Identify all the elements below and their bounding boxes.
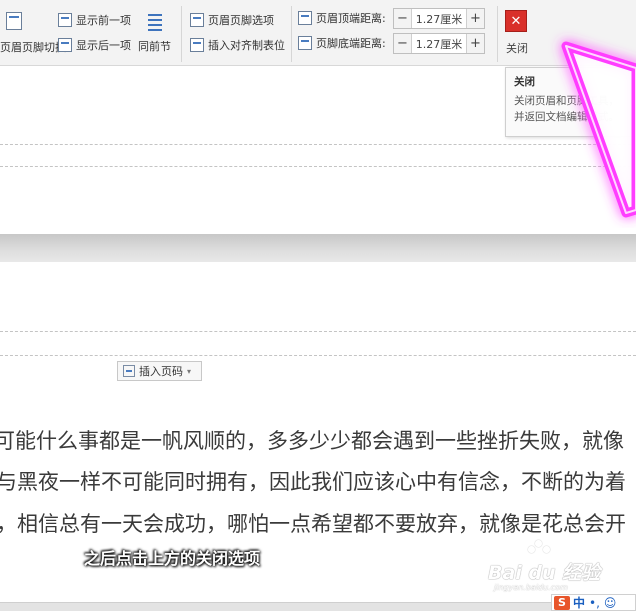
footer-distance-icon bbox=[298, 36, 312, 50]
ime-mode-toggle[interactable]: 中 bbox=[573, 594, 585, 611]
close-icon: ✕ bbox=[510, 13, 522, 29]
ribbon-divider bbox=[181, 6, 182, 62]
status-bar bbox=[0, 602, 636, 611]
page-number-icon bbox=[123, 365, 135, 377]
tooltip-title: 关闭 bbox=[514, 76, 535, 88]
body-text-line: 可能什么事都是一帆风顺的，多多少少都会遇到一些挫折失败，就像 bbox=[0, 429, 624, 453]
tooltip-text-line: 并返回文档编辑模式。 bbox=[514, 111, 619, 123]
show-previous-button[interactable]: 显示前一项 bbox=[58, 11, 131, 29]
header-distance-decrease-button[interactable]: − bbox=[394, 9, 412, 28]
header-distance-increase-button[interactable]: + bbox=[466, 9, 484, 28]
watermark-url: jingyan.baidu.com bbox=[494, 583, 568, 592]
page-gap bbox=[0, 234, 636, 262]
body-text-line: 与黑夜一样不可能同时拥有，因此我们应该心中有信念，不断的为着 bbox=[0, 470, 626, 494]
header-top-distance-label-group: 页眉顶端距离: bbox=[298, 9, 386, 27]
switch-header-footer-label: 页眉页脚切换 bbox=[0, 41, 66, 54]
ribbon-divider bbox=[497, 6, 498, 62]
ribbon-divider bbox=[291, 6, 292, 62]
body-text-line: ，相信总有一天会成功，哪怕一点希望都不要放弃，就像是花总会开 bbox=[0, 512, 626, 536]
footer-distance-value[interactable]: 1.27厘米 bbox=[412, 36, 466, 52]
insert-page-number-button[interactable]: 插入页码 ▾ bbox=[117, 361, 202, 381]
same-as-previous-label: 同前节 bbox=[138, 40, 171, 53]
insert-page-number-label: 插入页码 bbox=[139, 365, 183, 378]
tooltip-text-line: 关闭页眉和页脚工具， bbox=[514, 95, 619, 107]
close-tooltip: 关闭 关闭页眉和页脚工具， 并返回文档编辑模式。 bbox=[505, 67, 633, 137]
footer-bottom-distance-stepper[interactable]: − 1.27厘米 + bbox=[393, 33, 485, 54]
ime-toolbar[interactable]: S 中 •, ☺ bbox=[551, 594, 636, 611]
sogou-logo-icon[interactable]: S bbox=[554, 595, 570, 610]
baidu-jingyan-watermark: Bai du 经验 jingyan.baidu.com bbox=[488, 540, 608, 600]
insert-align-tab-label: 插入对齐制表位 bbox=[208, 39, 285, 52]
footer-boundary-line bbox=[0, 355, 636, 356]
insert-align-tab-icon bbox=[190, 38, 204, 52]
ime-punctuation-toggle[interactable]: •, bbox=[589, 596, 600, 610]
header-footer-options-button[interactable]: 页眉页脚选项 bbox=[190, 11, 274, 29]
footer-bottom-distance-label: 页脚底端距离: bbox=[316, 37, 386, 50]
footer-distance-increase-button[interactable]: + bbox=[466, 34, 484, 53]
header-footer-options-icon bbox=[190, 13, 204, 27]
watermark-brand: Bai du 经验 bbox=[488, 562, 601, 584]
close-header-footer-button[interactable]: ✕ bbox=[505, 10, 527, 32]
footer-bottom-distance-label-group: 页脚底端距离: bbox=[298, 34, 386, 52]
show-next-button[interactable]: 显示后一项 bbox=[58, 36, 131, 54]
same-as-previous-icon bbox=[147, 11, 163, 31]
switch-header-footer-icon bbox=[6, 12, 22, 30]
ime-emoji-icon[interactable]: ☺ bbox=[604, 596, 617, 610]
show-previous-label: 显示前一项 bbox=[76, 14, 131, 27]
show-next-label: 显示后一项 bbox=[76, 39, 131, 52]
switch-header-footer-button[interactable]: 页眉页脚切换 bbox=[0, 38, 66, 56]
header-boundary-line bbox=[0, 144, 636, 145]
video-subtitle: 之后点击上方的关闭选项 bbox=[84, 549, 261, 568]
same-as-previous-button[interactable]: 同前节 bbox=[138, 37, 171, 55]
header-distance-icon bbox=[298, 11, 312, 25]
insert-align-tab-button[interactable]: 插入对齐制表位 bbox=[190, 36, 285, 54]
chevron-down-icon: ▾ bbox=[187, 366, 192, 376]
footer-boundary-line bbox=[0, 331, 636, 332]
show-previous-icon bbox=[58, 13, 72, 27]
header-distance-value[interactable]: 1.27厘米 bbox=[412, 11, 466, 27]
show-next-icon bbox=[58, 38, 72, 52]
footer-distance-decrease-button[interactable]: − bbox=[394, 34, 412, 53]
header-top-distance-label: 页眉顶端距离: bbox=[316, 12, 386, 25]
header-footer-options-label: 页眉页脚选项 bbox=[208, 14, 274, 27]
header-boundary-line bbox=[0, 166, 636, 167]
header-footer-ribbon: 页眉页脚切换 显示前一项 显示后一项 同前节 页眉页脚选项 插入对齐制表位 页眉… bbox=[0, 0, 636, 66]
header-top-distance-stepper[interactable]: − 1.27厘米 + bbox=[393, 8, 485, 29]
close-label[interactable]: 关闭 bbox=[506, 40, 528, 56]
